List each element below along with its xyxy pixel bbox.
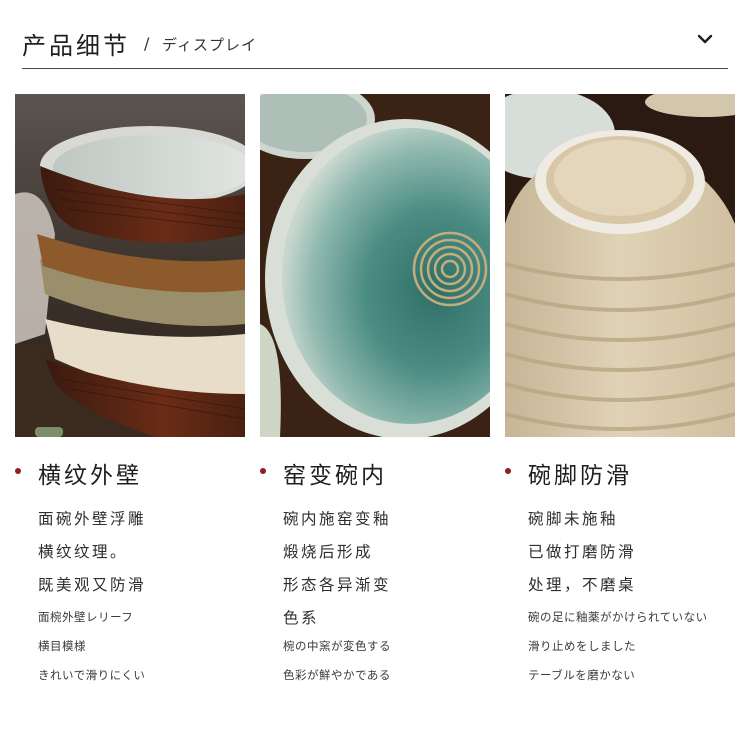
feature-text-ja: 横目模様 [38,639,86,653]
feature-heading: 碗脚防滑 [528,463,632,489]
feature-text-zh: 既美观又防滑 [38,576,147,594]
feature-heading: 横纹外壁 [38,463,142,489]
feature-text-zh: 碗脚未施釉 [528,510,619,528]
section-header: 产品细节 / ディスプレイ [22,22,728,68]
feature-text-ja: きれいで滑りにくい [38,668,146,682]
feature-text-ja: 色彩が鮮やかである [283,668,391,682]
feature-text-zh: 已做打磨防滑 [528,543,637,561]
feature-text-ja: テーブルを磨かない [528,668,636,682]
feature-text-zh: 面碗外壁浮雕 [38,510,147,528]
header-divider [22,68,728,69]
title-separator: / [144,34,150,53]
chevron-down-icon[interactable] [696,30,714,48]
section-title: 产品细节 [22,32,130,60]
stacked-bowls-photo [15,94,245,437]
bullet-dot [260,468,266,474]
feature-text-zh: 碗内施窑变釉 [283,510,392,528]
feature-text-zh: 横纹纹理。 [38,543,129,561]
bowl-foot-photo [505,94,735,437]
feature-text-zh: 形态各异渐变 [283,576,392,594]
bullet-dot [505,468,511,474]
feature-text-zh: 处理，不磨桌 [528,576,637,594]
feature-text-ja: 面椀外壁レリーフ [38,610,134,624]
feature-text-ja: 碗の足に釉薬がかけられていない [528,610,708,624]
feature-heading: 窑变碗内 [283,463,387,489]
section-subtitle: ディスプレイ [162,36,257,54]
feature-text-ja: 椀の中窯が変色する [283,639,391,653]
feature-text-zh: 色系 [283,609,320,627]
bullet-dot [15,468,21,474]
feature-text-ja: 滑り止めをしました [528,639,636,653]
bowl-interior-photo [260,94,490,437]
feature-text-zh: 煅烧后形成 [283,543,374,561]
